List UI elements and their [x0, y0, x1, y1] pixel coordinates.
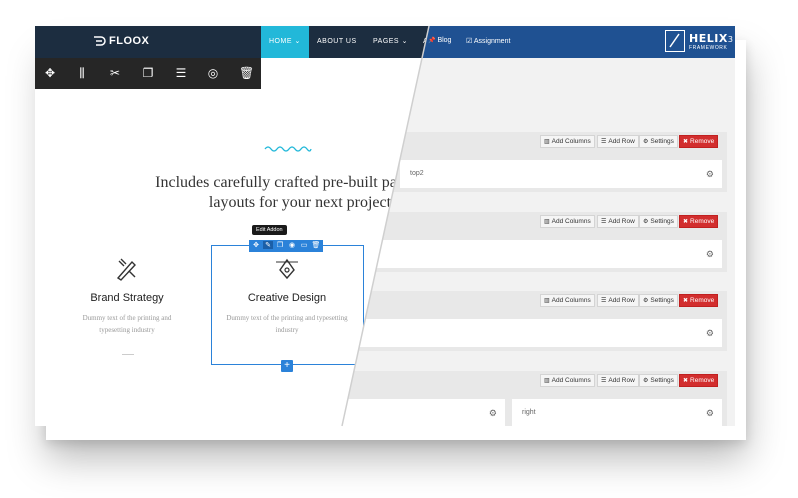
diagonal-divider: [341, 25, 430, 427]
screenshot-stage: 📌 Blog ☑ Assignment HELIX3 FRAMEWORK ▥ Ad…: [0, 0, 798, 498]
